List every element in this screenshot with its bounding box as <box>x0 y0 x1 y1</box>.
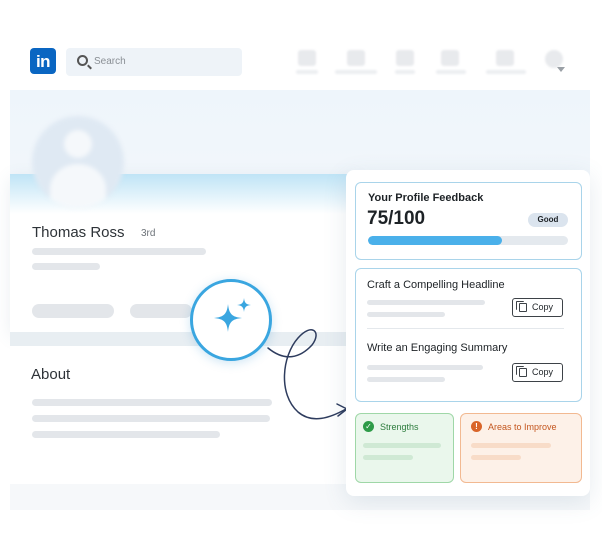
copy-icon <box>516 301 527 312</box>
ai-sparkle-badge[interactable] <box>190 279 272 361</box>
suggestion-headline-title: Craft a Compelling Headline <box>367 279 505 291</box>
copy-summary-button[interactable]: Copy <box>512 363 563 382</box>
exclamation-icon: ! <box>471 421 482 432</box>
strengths-label: Strengths <box>380 422 419 432</box>
strength-line-skeleton <box>363 455 413 460</box>
copy-button-label: Copy <box>532 302 554 312</box>
check-icon: ✓ <box>363 421 374 432</box>
suggestion-separator <box>367 328 564 329</box>
areas-to-improve-label: Areas to Improve <box>488 422 557 432</box>
suggestion-summary-title: Write an Engaging Summary <box>367 342 508 354</box>
improve-line-skeleton <box>471 455 521 460</box>
profile-score: 75/100 <box>367 208 426 229</box>
copy-icon <box>516 366 527 377</box>
improve-line-skeleton <box>471 443 551 448</box>
suggestion-line-skeleton <box>367 377 445 382</box>
copy-button-label: Copy <box>532 367 554 377</box>
sparkle-icon <box>214 298 251 332</box>
copy-headline-button[interactable]: Copy <box>512 298 563 317</box>
rating-badge: Good <box>528 213 568 227</box>
suggestion-line-skeleton <box>367 312 445 317</box>
score-progress-fill <box>368 236 502 245</box>
strength-line-skeleton <box>363 443 441 448</box>
suggestion-line-skeleton <box>367 365 483 370</box>
suggestion-line-skeleton <box>367 300 485 305</box>
feedback-title: Your Profile Feedback <box>368 192 484 204</box>
score-progress-bar <box>368 236 568 245</box>
